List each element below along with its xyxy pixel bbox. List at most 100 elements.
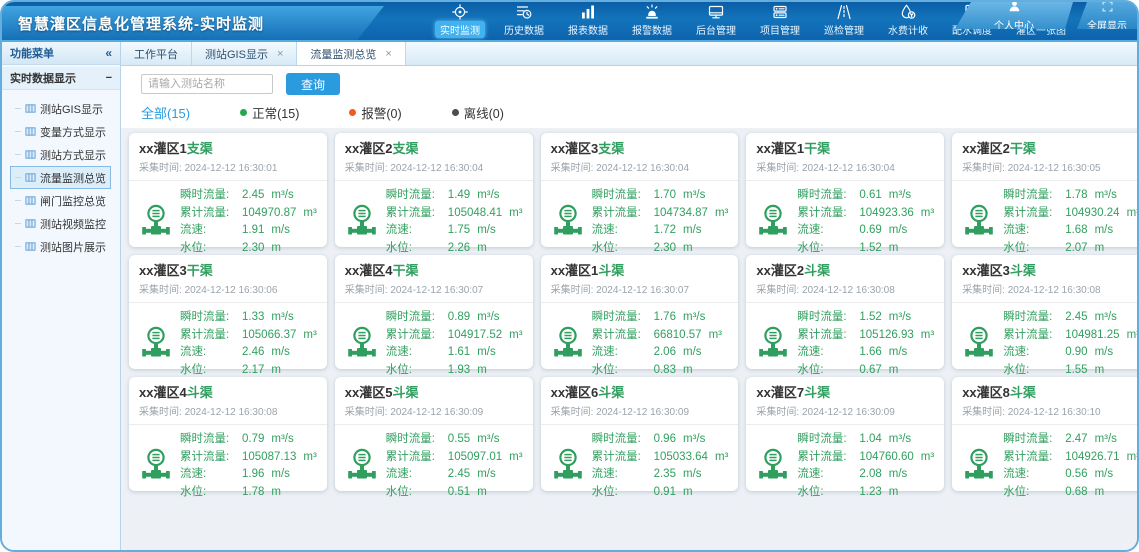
flowmeter-icon: [551, 447, 585, 486]
velocity-label: 流速:: [797, 222, 859, 240]
nav-project-admin[interactable]: 项目管理: [748, 2, 812, 40]
sidebar-item[interactable]: 测站视频监控: [10, 212, 111, 235]
card-body: 瞬时流量:0.61m³/s 累计流量:104923.36m³ 流速:0.69m/…: [756, 187, 934, 257]
station-card[interactable]: xx灌区3干渠 采集时间: 2024-12-12 16:30:06: [129, 255, 327, 369]
velocity-unit: m/s: [683, 466, 702, 484]
station-card[interactable]: xx灌区5斗渠 采集时间: 2024-12-12 16:30:09: [335, 377, 533, 491]
table-icon: [25, 241, 36, 252]
velocity-unit: m/s: [477, 344, 496, 362]
query-button[interactable]: 查询: [286, 73, 340, 95]
station-card[interactable]: xx灌区3支渠 采集时间: 2024-12-12 16:30:04: [541, 133, 739, 247]
card-divider: [335, 424, 533, 425]
station-card[interactable]: xx灌区4斗渠 采集时间: 2024-12-12 16:30:08: [129, 377, 327, 491]
filter-offline[interactable]: 离线(0): [452, 103, 504, 122]
total-flow-value: 104926.71: [1065, 449, 1119, 467]
total-flow-value: 105087.13: [242, 449, 296, 467]
filter-alarm[interactable]: 报警(0): [349, 103, 401, 122]
total-flow-row: 累计流量:104923.36m³: [797, 205, 934, 223]
station-card[interactable]: xx灌区1支渠 采集时间: 2024-12-12 16:30:01: [129, 133, 327, 247]
nav-history-data[interactable]: 历史数据: [492, 2, 556, 40]
station-card[interactable]: xx灌区2干渠 采集时间: 2024-12-12 16:30:05: [952, 133, 1137, 247]
tab-close-icon[interactable]: ×: [277, 48, 283, 60]
station-name-prefix: xx灌区1: [551, 263, 599, 278]
velocity-value: 2.08: [859, 466, 881, 484]
total-flow-label: 累计流量:: [386, 205, 448, 223]
filter-all[interactable]: 全部(15): [141, 103, 190, 122]
instant-flow-row: 瞬时流量:1.76m³/s: [592, 309, 729, 327]
station-name: xx灌区3斗渠: [962, 263, 1137, 278]
total-flow-value: 105066.37: [242, 327, 296, 345]
table-icon: [25, 103, 36, 114]
tab-station-gis[interactable]: 测站GIS显示 ×: [192, 42, 297, 65]
collect-time-value: 2024-12-12 16:30:10: [1008, 407, 1101, 418]
sidebar-item[interactable]: 测站方式显示: [10, 143, 111, 166]
water-level-value: 0.91: [654, 484, 676, 502]
total-flow-row: 累计流量:104970.87m³: [180, 205, 317, 223]
station-name: xx灌区4干渠: [345, 263, 523, 278]
nav-backend-admin[interactable]: 后台管理: [684, 2, 748, 40]
station-name-suffix: 斗渠: [1010, 263, 1036, 278]
water-level-value: 1.23: [859, 484, 881, 502]
station-name-suffix: 斗渠: [804, 385, 830, 400]
instant-flow-value: 1.70: [654, 187, 676, 205]
sidebar-item-label: 变量方式显示: [40, 124, 106, 140]
collect-time-value: 2024-12-12 16:30:07: [596, 285, 689, 296]
collect-time: 采集时间: 2024-12-12 16:30:04: [345, 159, 523, 174]
fullscreen-button[interactable]: 全屏显示: [1077, 2, 1137, 29]
filter-normal[interactable]: 正常(15): [240, 103, 299, 122]
station-card[interactable]: xx灌区1斗渠 采集时间: 2024-12-12 16:30:07: [541, 255, 739, 369]
measurement-rows: 瞬时流量:0.61m³/s 累计流量:104923.36m³ 流速:0.69m/…: [797, 187, 934, 257]
station-card[interactable]: xx灌区3斗渠 采集时间: 2024-12-12 16:30:08: [952, 255, 1137, 369]
velocity-value: 2.06: [654, 344, 676, 362]
total-flow-value: 104734.87: [654, 205, 708, 223]
water-level-row: 水位:0.51m: [386, 484, 523, 502]
nav-alarm-data[interactable]: 报警数据: [620, 2, 684, 40]
sidebar-item[interactable]: 变量方式显示: [10, 120, 111, 143]
total-flow-label: 累计流量:: [797, 449, 859, 467]
sidebar-item[interactable]: 测站GIS显示: [10, 97, 108, 120]
total-flow-label: 累计流量:: [592, 205, 654, 223]
tab-flow-overview[interactable]: 流量监测总览 ×: [297, 42, 405, 65]
total-flow-value: 105048.41: [448, 205, 502, 223]
tab-label: 工作平台: [134, 46, 178, 62]
station-card[interactable]: xx灌区2支渠 采集时间: 2024-12-12 16:30:04: [335, 133, 533, 247]
station-card[interactable]: xx灌区1干渠 采集时间: 2024-12-12 16:30:04: [746, 133, 944, 247]
station-card[interactable]: xx灌区6斗渠 采集时间: 2024-12-12 16:30:09: [541, 377, 739, 491]
station-card[interactable]: xx灌区2斗渠 采集时间: 2024-12-12 16:30:08: [746, 255, 944, 369]
total-flow-label: 累计流量:: [180, 327, 242, 345]
water-level-value: 1.78: [242, 484, 264, 502]
station-search-input[interactable]: [141, 74, 273, 94]
sidebar-item[interactable]: 流量监测总览: [10, 166, 111, 189]
top-header: 智慧灌区信息化管理系统-实时监测 实时监测 历史数据 报表数据 报警数据 后台管…: [2, 2, 1137, 42]
total-flow-value: 104930.24: [1065, 205, 1119, 223]
station-name: xx灌区8斗渠: [962, 385, 1137, 400]
tab-close-icon[interactable]: ×: [385, 48, 391, 60]
nav-inspection-admin[interactable]: 巡检管理: [812, 2, 876, 40]
measurement-rows: 瞬时流量:2.45m³/s 累计流量:104970.87m³ 流速:1.91m/…: [180, 187, 317, 257]
station-name-prefix: xx灌区3: [962, 263, 1010, 278]
velocity-unit: m/s: [271, 466, 290, 484]
instant-flow-unit: m³/s: [477, 431, 499, 449]
station-card[interactable]: xx灌区7斗渠 采集时间: 2024-12-12 16:30:09: [746, 377, 944, 491]
flowmeter-icon: [551, 325, 585, 364]
sidebar-group-realtime-data[interactable]: 实时数据显示 −: [2, 67, 120, 90]
card-body: 瞬时流量:0.79m³/s 累计流量:105087.13m³ 流速:1.96m/…: [139, 431, 317, 501]
station-card[interactable]: xx灌区8斗渠 采集时间: 2024-12-12 16:30:10: [952, 377, 1137, 491]
station-name: xx灌区2支渠: [345, 141, 523, 156]
sidebar-collapse-button[interactable]: «: [105, 46, 112, 60]
collect-time: 采集时间: 2024-12-12 16:30:05: [962, 159, 1137, 174]
nav-realtime-monitor[interactable]: 实时监测: [428, 2, 492, 40]
velocity-row: 流速:1.66m/s: [797, 344, 934, 362]
instant-flow-label: 瞬时流量:: [1003, 187, 1065, 205]
user-center-button[interactable]: 个人中心: [955, 2, 1073, 29]
tab-workbench[interactable]: 工作平台 ×: [121, 42, 192, 65]
instant-flow-value: 2.45: [1065, 309, 1087, 327]
station-card[interactable]: xx灌区4干渠 采集时间: 2024-12-12 16:30:07: [335, 255, 533, 369]
title-band: 智慧灌区信息化管理系统-实时监测: [2, 6, 384, 40]
nav-report-data[interactable]: 报表数据: [556, 2, 620, 40]
velocity-label: 流速:: [386, 466, 448, 484]
card-divider: [746, 302, 944, 303]
nav-water-fee[interactable]: 水费计收: [876, 2, 940, 40]
sidebar-item[interactable]: 闸门监控总览: [10, 189, 111, 212]
sidebar-item[interactable]: 测站图片展示: [10, 235, 111, 258]
